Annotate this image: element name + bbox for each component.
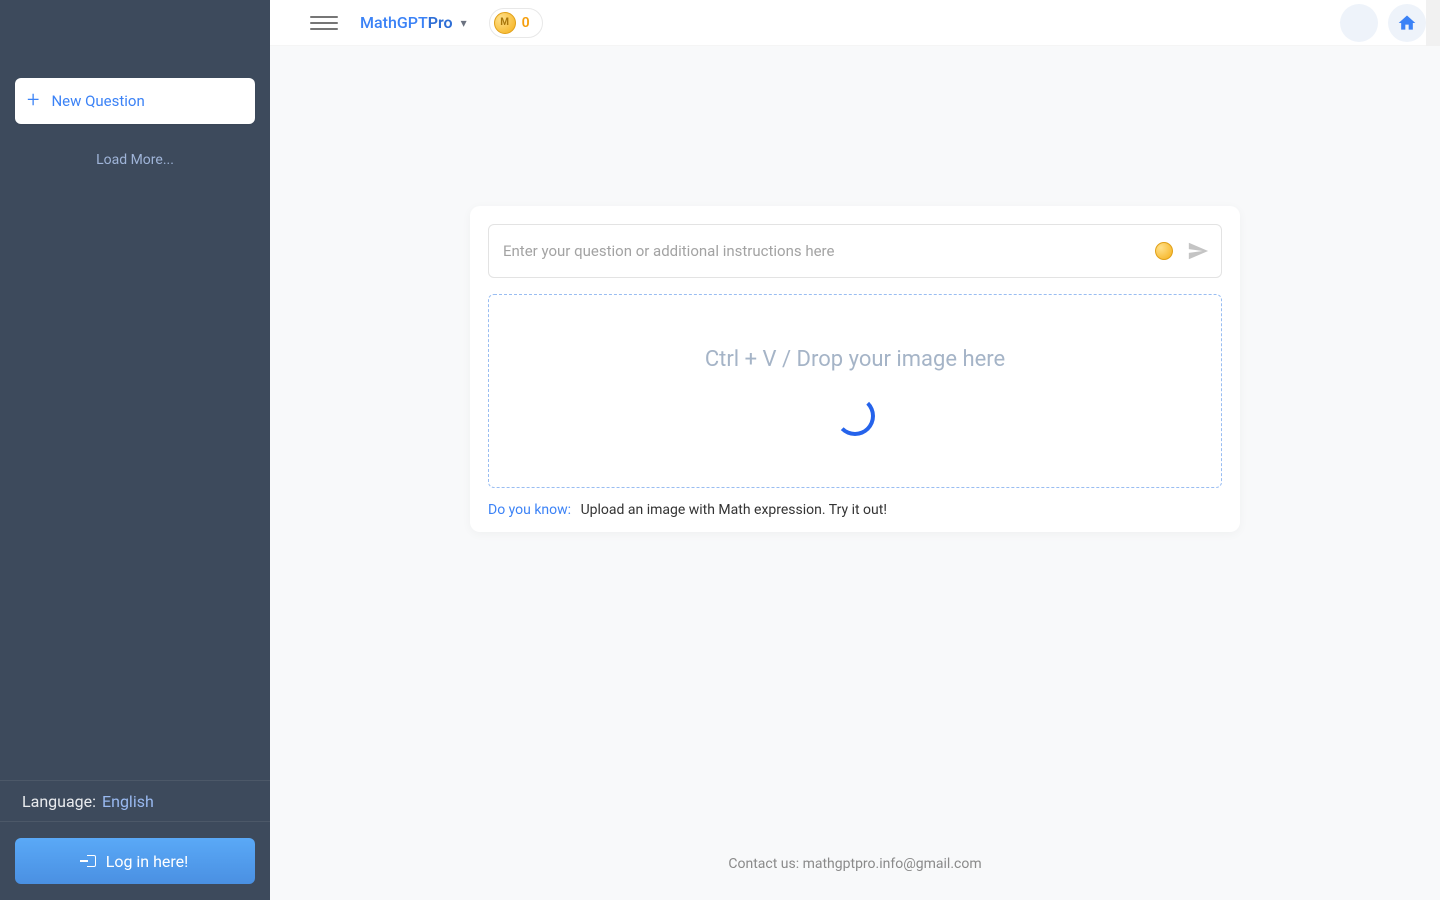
dropzone-text: Ctrl + V / Drop your image here [705,347,1005,372]
login-label: Log in here! [106,852,189,871]
language-label: Language: [22,792,96,811]
contact-text: Contact us: mathgptpro.info@gmail.com [270,856,1440,872]
login-button[interactable]: Log in here! [15,838,255,884]
home-icon [1397,13,1417,33]
brand-dropdown[interactable]: MathGPTPro ▾ [360,13,467,32]
hint-label: Do you know: [488,502,571,518]
topbar: MathGPTPro ▾ M 0 [270,0,1440,46]
main: MathGPTPro ▾ M 0 Ctr [270,0,1440,900]
brand-part1: Math [360,13,397,32]
hamburger-icon[interactable] [310,9,338,37]
avatar-button[interactable] [1340,4,1378,42]
coin-icon: M [494,12,516,34]
image-dropzone[interactable]: Ctrl + V / Drop your image here [488,294,1222,488]
hint-row: Do you know: Upload an image with Math e… [488,502,1222,518]
content: Ctrl + V / Drop your image here Do you k… [270,46,1440,900]
question-card: Ctrl + V / Drop your image here Do you k… [470,206,1240,532]
coin-pill[interactable]: M 0 [489,8,543,38]
language-value: English [102,792,154,811]
login-icon [82,854,96,868]
login-wrap: Log in here! [0,822,270,900]
sidebar-bottom: Language: English Log in here! [0,780,270,900]
sidebar-top-spacer [0,0,270,46]
caret-down-icon: ▾ [461,16,467,30]
loading-spinner [835,396,875,436]
sidebar-main: + New Question Load More... [0,46,270,780]
coin-count: 0 [522,15,530,31]
home-button[interactable] [1388,4,1426,42]
new-question-label: New Question [51,92,144,110]
question-input[interactable] [503,242,1155,260]
language-selector[interactable]: Language: English [0,780,270,822]
question-input-row [488,224,1222,278]
send-button[interactable] [1187,240,1209,262]
brand-part3: Pro [428,13,453,32]
hint-text: Upload an image with Math expression. Tr… [581,502,887,518]
load-more-button[interactable]: Load More... [15,152,255,168]
new-question-button[interactable]: + New Question [15,78,255,124]
coin-icon [1155,242,1173,260]
plus-icon: + [27,90,39,112]
sidebar: + New Question Load More... Language: En… [0,0,270,900]
brand-part2: GPT [397,13,428,32]
